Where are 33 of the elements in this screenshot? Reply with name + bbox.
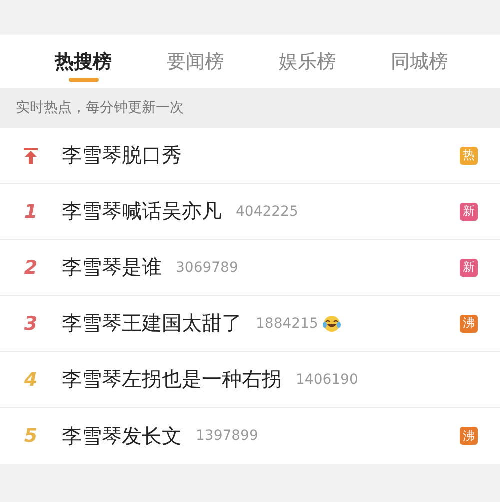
search-count: 4042225 <box>236 204 298 220</box>
status-badge: 新 <box>460 258 478 276</box>
rank-number: 4 <box>24 368 38 390</box>
hot-search-item[interactable]: 李雪琴脱口秀 热 <box>0 128 500 184</box>
tab[interactable]: 热搜榜 <box>55 35 112 88</box>
topic-title: 李雪琴喊话吴亦凡 <box>62 198 222 225</box>
status-badge: 新 <box>460 202 478 220</box>
rank-number: 2 <box>24 256 38 278</box>
rank-number: 3 <box>24 312 38 334</box>
notice-text: 实时热点，每分钟更新一次 <box>16 99 184 117</box>
hot-search-item[interactable]: 2 李雪琴是谁 3069789 新 <box>0 240 500 296</box>
tab[interactable]: 同城榜 <box>391 35 448 88</box>
hot-search-item[interactable]: 4 李雪琴左拐也是一种右拐 1406190 <box>0 352 500 408</box>
pin-top-icon <box>24 148 38 164</box>
topic-title: 李雪琴左拐也是一种右拐 <box>62 366 282 393</box>
status-badge: 热 <box>460 146 478 164</box>
rank-number: 5 <box>24 425 38 447</box>
tab[interactable]: 娱乐榜 <box>279 35 336 88</box>
topic-title: 李雪琴王建国太甜了 <box>62 310 242 337</box>
topic-title: 李雪琴是谁 <box>62 254 162 281</box>
search-count: 1397899 <box>196 428 258 444</box>
search-count: 1884215 <box>256 316 318 332</box>
status-badge: 沸 <box>460 314 478 332</box>
search-count: 1406190 <box>296 372 358 388</box>
hot-search-item[interactable]: 1 李雪琴喊话吴亦凡 4042225 新 <box>0 184 500 240</box>
hot-search-item[interactable]: 5 李雪琴发长文 1397899 沸 <box>0 408 500 464</box>
topic-title: 李雪琴发长文 <box>62 422 182 450</box>
topic-title: 李雪琴脱口秀 <box>62 142 182 169</box>
hot-search-item[interactable]: 3 李雪琴王建国太甜了 1884215 沸 <box>0 296 500 352</box>
rank-number: 1 <box>24 200 38 222</box>
tab[interactable]: 要闻榜 <box>167 35 224 88</box>
status-badge: 沸 <box>460 427 478 445</box>
search-count: 3069789 <box>176 260 238 276</box>
